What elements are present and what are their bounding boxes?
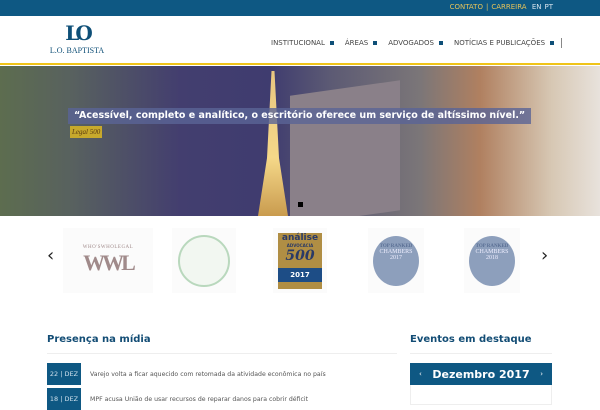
- carreira-link[interactable]: CARREIRA: [491, 3, 526, 11]
- building-image: [290, 80, 400, 216]
- award-seal[interactable]: [172, 228, 236, 293]
- news-item[interactable]: 22 | DEZ Varejo volta a ficar aquecido co…: [47, 363, 407, 385]
- square-icon: [438, 41, 443, 45]
- nav-label: ADVOGADOS: [388, 39, 434, 47]
- nav-label: ÁREAS: [344, 39, 369, 47]
- chambers-year: 2017: [390, 254, 402, 261]
- quote-source: Legal 500: [70, 126, 103, 138]
- media-title: Presença na mídia: [47, 334, 151, 345]
- news-text[interactable]: Varejo volta a ficar aquecido com retoma…: [90, 371, 326, 378]
- chevron-right-icon[interactable]: ›: [541, 245, 548, 266]
- prev-month-button[interactable]: ‹: [419, 370, 422, 378]
- nav-advogados[interactable]: ADVOGADOS: [388, 38, 443, 48]
- calendar-header: ‹ Dezembro 2017 ›: [410, 363, 552, 385]
- chambers-year: 2018: [486, 254, 498, 261]
- events-title: Eventos em destaque: [410, 334, 532, 345]
- chambers-name: CHAMBERS: [379, 248, 413, 255]
- square-icon: [329, 41, 334, 45]
- wwl-big: WWL: [83, 250, 136, 275]
- logo-name: L.O. BAPTISTA: [49, 46, 105, 55]
- analise-title: análise: [281, 232, 319, 243]
- nav-divider: [561, 38, 563, 48]
- nav-areas[interactable]: ÁREAS: [344, 38, 378, 48]
- analise-num: 500: [285, 247, 315, 264]
- lang-en-link[interactable]: EN: [532, 3, 542, 11]
- nav-label: INSTITUCIONAL: [271, 39, 325, 47]
- divider: [47, 353, 397, 354]
- nav-institucional[interactable]: INSTITUCIONAL: [271, 38, 334, 48]
- calendar-body: [410, 385, 552, 405]
- seal-image: [178, 234, 230, 287]
- news-date: 18 | DEZ: [47, 388, 81, 410]
- top-links: CONTATO | CARREIRA EN PT: [447, 3, 553, 11]
- square-icon: [550, 41, 555, 45]
- slider-dot[interactable]: [298, 202, 303, 207]
- chambers-top: TOP RANKED: [379, 243, 413, 249]
- contato-link[interactable]: CONTATO: [450, 3, 483, 11]
- analise-year: 2017: [278, 267, 322, 282]
- award-wwl[interactable]: WHO'SWHOLEGAL WWL: [63, 228, 153, 293]
- logo[interactable]: LO L.O. BAPTISTA: [47, 22, 107, 55]
- chevron-left-icon[interactable]: ‹: [47, 245, 54, 266]
- chambers-name: CHAMBERS: [475, 248, 509, 255]
- award-chambers-2018[interactable]: TOP RANKED CHAMBERS 2018: [464, 228, 520, 293]
- next-month-button[interactable]: ›: [540, 370, 543, 378]
- divider: [410, 353, 552, 354]
- chambers-top: TOP RANKED: [475, 243, 509, 249]
- main-nav: INSTITUCIONAL ÁREAS ADVOGADOS NOTÍCIAS E…: [271, 38, 563, 48]
- header: LO L.O. BAPTISTA INSTITUCIONAL ÁREAS ADV…: [0, 16, 600, 65]
- award-analise[interactable]: análise ADVOCACIA 500 2017: [273, 228, 327, 293]
- nav-label: NOTÍCIAS E PUBLICAÇÕES: [453, 39, 546, 47]
- hero-quote: “Acessível, completo e analítico, o escr…: [68, 108, 532, 124]
- awards-carousel: ‹ WHO'SWHOLEGAL WWL análise ADVOCACIA 500 20…: [0, 228, 600, 296]
- separator: |: [485, 3, 489, 11]
- square-icon: [373, 41, 378, 45]
- award-chambers-2017[interactable]: TOP RANKED CHAMBERS 2017: [368, 228, 424, 293]
- lang-pt-link[interactable]: PT: [545, 3, 554, 11]
- news-item[interactable]: 18 | DEZ MPF acusa União de usar recursos…: [47, 388, 407, 410]
- calendar-month: Dezembro 2017: [432, 367, 530, 381]
- logo-mark: LO: [65, 21, 92, 45]
- news-text[interactable]: MPF acusa União de usar recursos de repa…: [90, 396, 308, 403]
- news-date: 22 | DEZ: [47, 363, 81, 385]
- top-bar: CONTATO | CARREIRA EN PT: [0, 0, 600, 16]
- nav-noticias[interactable]: NOTÍCIAS E PUBLICAÇÕES: [453, 38, 555, 48]
- tower-image: [258, 71, 288, 216]
- hero-slider[interactable]: “Acessível, completo e analítico, o escr…: [0, 66, 600, 216]
